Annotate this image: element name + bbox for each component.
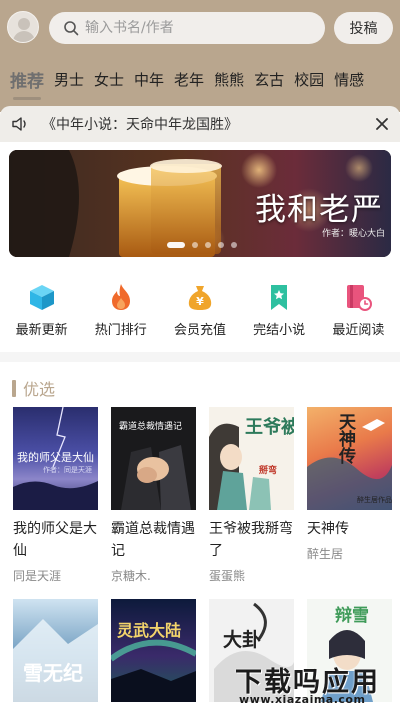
- book-cover[interactable]: 雪无纪: [13, 599, 98, 702]
- speaker-icon: [12, 117, 26, 131]
- avatar[interactable]: [7, 11, 39, 43]
- book-author: 蛋蛋熊: [209, 569, 246, 583]
- book-card[interactable]: 天神传 醉生居作品 天神传 醉生居: [307, 407, 392, 562]
- carousel-dot[interactable]: [205, 242, 211, 248]
- cover-title: 王爷被我: [245, 417, 294, 438]
- banner-title: 我和老严: [255, 192, 383, 228]
- site-watermark: 下载吗应用 www.xiazaima.com: [235, 660, 397, 710]
- book-card[interactable]: 王爷被我 掰弯 王爷被我掰弯了 蛋蛋熊: [209, 407, 294, 584]
- book-clock-icon: [347, 285, 373, 311]
- book-card[interactable]: 灵武大陆: [111, 599, 196, 702]
- cover-subtitle: 醉生居作品: [357, 496, 392, 504]
- book-title[interactable]: 天神传: [307, 518, 392, 540]
- book-title[interactable]: 我的师父是大仙: [13, 518, 98, 562]
- book-title[interactable]: 王爷被我掰弯了: [209, 518, 294, 562]
- carousel-dot[interactable]: [218, 242, 224, 248]
- latest-updates-button[interactable]: 最新更新: [3, 282, 81, 344]
- tab-xiongxiong[interactable]: 熊熊: [214, 58, 244, 100]
- search-icon: [64, 21, 79, 36]
- quick-entry-row: 最新更新 热门排行 ¥ 会员充值 完结小说 最近阅读: [0, 282, 400, 344]
- book-card[interactable]: 雪无纪: [13, 599, 98, 702]
- section-title: 优选: [23, 380, 56, 399]
- tab-men[interactable]: 男士: [54, 58, 84, 100]
- cover-subtitle: 掰弯: [259, 466, 278, 476]
- money-bag-icon: ¥: [188, 286, 212, 310]
- svg-text:¥: ¥: [196, 295, 204, 308]
- completed-novels-button[interactable]: 完结小说: [240, 282, 318, 344]
- aurora-art: [111, 639, 196, 702]
- section-header: 优选: [12, 376, 55, 400]
- banner-carousel[interactable]: 我和老严 作者：暖心大白: [9, 150, 391, 257]
- quick-entry-label: 完结小说: [253, 323, 306, 338]
- book-card[interactable]: 我的师父是大仙 作者：同是天涯 我的师父是大仙 同是天涯: [13, 407, 98, 584]
- tab-recommend[interactable]: 推荐: [10, 58, 44, 100]
- hot-ranking-button[interactable]: 热门排行: [82, 282, 160, 344]
- tab-women[interactable]: 女士: [94, 58, 124, 100]
- book-cover[interactable]: 天神传 醉生居作品: [307, 407, 392, 510]
- close-announcement-button[interactable]: [368, 110, 396, 138]
- quick-entry-label: 最新更新: [15, 323, 68, 338]
- snow-mountain-art: [13, 619, 98, 702]
- bookmark-icon: [271, 285, 288, 310]
- cover-subtitle: 作者：同是天涯: [43, 466, 92, 474]
- cover-title: 大卦: [223, 629, 262, 651]
- quick-entry-label: 热门排行: [94, 323, 147, 338]
- cover-title: 雪无纪: [23, 661, 83, 685]
- flame-icon: [111, 284, 130, 310]
- cover-title: 灵武大陆: [117, 621, 182, 640]
- book-author: 同是天涯: [13, 569, 62, 583]
- announcement-bar[interactable]: 《中年小说：天命中年龙国胜》: [0, 106, 400, 142]
- tab-xuangu[interactable]: 玄古: [254, 58, 284, 100]
- top-header: 投稿 推荐 男士 女士 中年 老年 熊熊 玄古 校园 情感: [0, 0, 400, 112]
- tab-emotion[interactable]: 情感: [334, 58, 364, 100]
- watermark-url: www.xiazaima.com: [239, 693, 366, 706]
- tab-elderly[interactable]: 老年: [174, 58, 204, 100]
- tab-campus[interactable]: 校园: [294, 58, 324, 100]
- close-icon: [376, 118, 388, 130]
- cover-title: 我的师父是大仙: [17, 451, 94, 464]
- carousel-dot[interactable]: [231, 242, 237, 248]
- quick-entry-label: 会员充值: [173, 323, 226, 338]
- quick-entry-label: 最近阅读: [332, 323, 385, 338]
- book-title[interactable]: 霸道总裁情遇记: [111, 518, 196, 562]
- carousel-indicator: [167, 242, 237, 248]
- carousel-dot[interactable]: [192, 242, 198, 248]
- book-cover[interactable]: 霸道总裁情遇记: [111, 407, 196, 510]
- section-divider: [0, 352, 400, 362]
- tab-middle-age[interactable]: 中年: [134, 58, 164, 100]
- avatar-body-shape: [13, 31, 35, 42]
- search-input[interactable]: [85, 20, 305, 36]
- cover-title: 辩雪: [335, 606, 369, 626]
- category-tabs: 推荐 男士 女士 中年 老年 熊熊 玄古 校园 情感: [0, 58, 400, 100]
- section-accent-bar: [12, 379, 16, 397]
- banner-author: 作者：暖心大白: [321, 229, 385, 239]
- cube-icon: [29, 285, 54, 310]
- book-cover[interactable]: 我的师父是大仙 作者：同是天涯: [13, 407, 98, 510]
- recent-reading-button[interactable]: 最近阅读: [319, 282, 397, 344]
- membership-topup-button[interactable]: ¥ 会员充值: [161, 282, 239, 344]
- book-author: 醉生居: [307, 547, 344, 561]
- announcement-text[interactable]: 《中年小说：天命中年龙国胜》: [42, 114, 368, 134]
- book-cover[interactable]: 王爷被我 掰弯: [209, 407, 294, 510]
- carousel-dot[interactable]: [167, 242, 185, 248]
- cover-title: 天神传: [335, 413, 355, 464]
- cover-title: 霸道总裁情遇记: [119, 422, 183, 432]
- search-bar[interactable]: [49, 12, 325, 44]
- book-author: 京糖木.: [111, 569, 151, 583]
- submit-manuscript-button[interactable]: 投稿: [334, 12, 393, 44]
- book-card[interactable]: 霸道总裁情遇记 霸道总裁情遇记 京糖木.: [111, 407, 196, 584]
- avatar-head-shape: [18, 18, 30, 30]
- book-cover[interactable]: 灵武大陆: [111, 599, 196, 702]
